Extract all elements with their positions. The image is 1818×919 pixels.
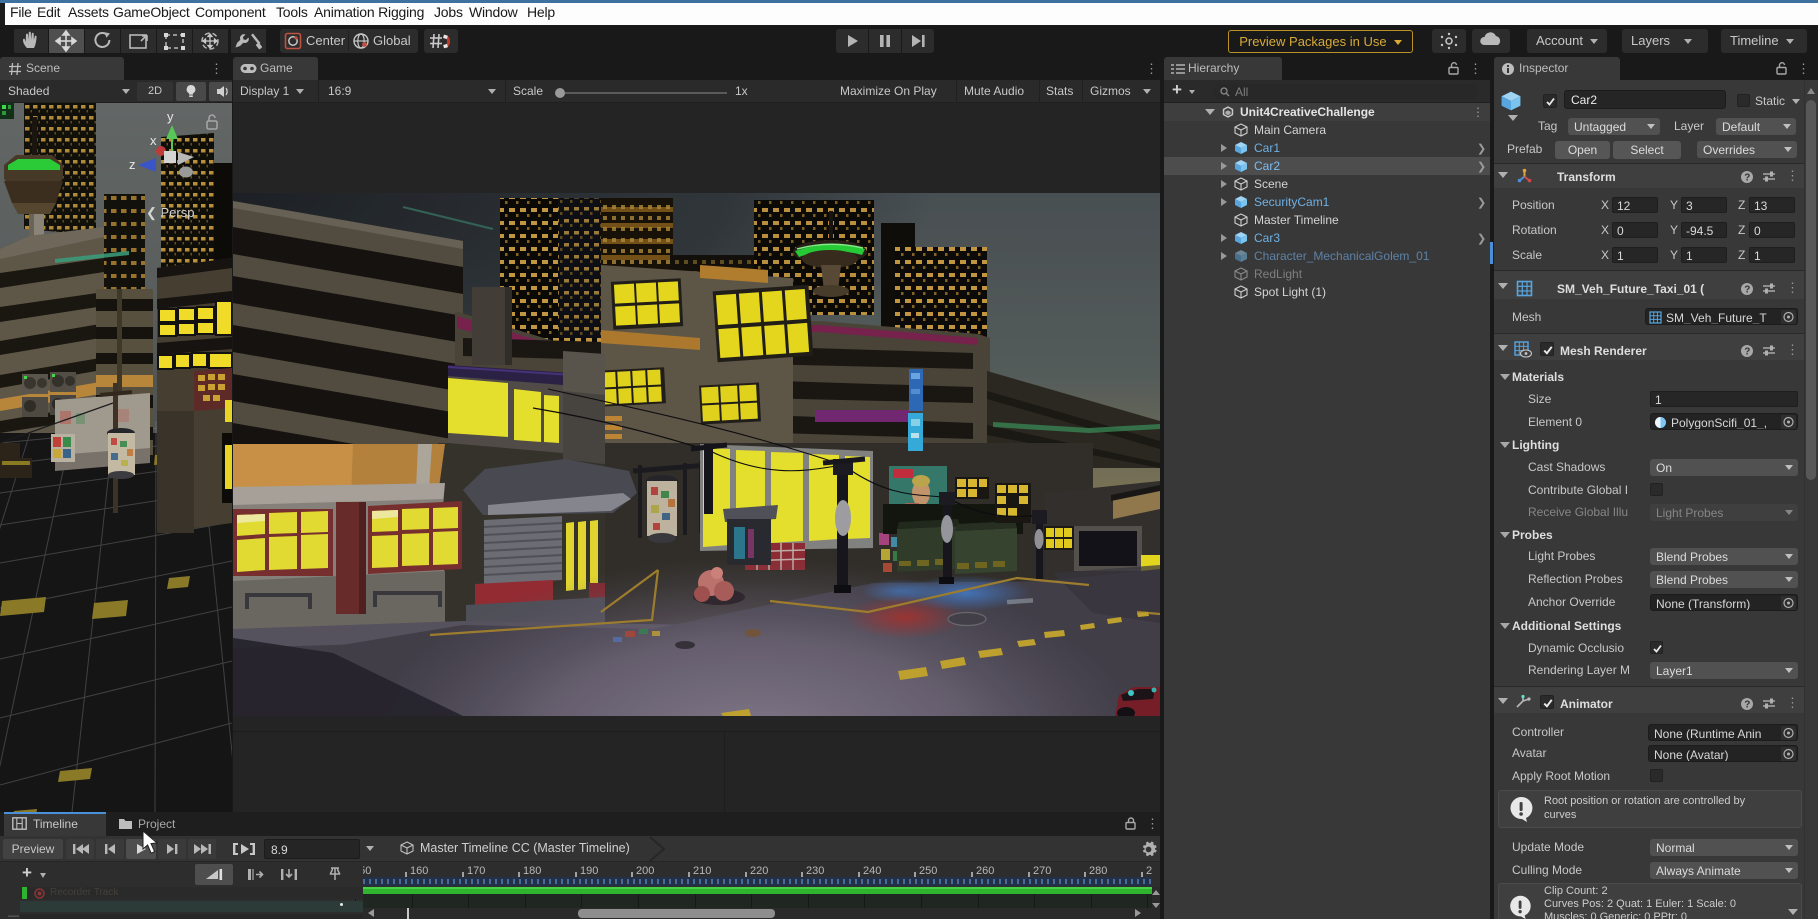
svg-text:240: 240 (863, 865, 881, 877)
svg-text:160: 160 (410, 865, 428, 877)
svg-text:270: 270 (1033, 865, 1051, 877)
svg-text:2: 2 (1146, 865, 1152, 877)
svg-text:150: 150 (363, 865, 371, 877)
svg-text:?: ? (1744, 285, 1750, 296)
svg-text:170: 170 (467, 865, 485, 877)
svg-text:210: 210 (693, 865, 711, 877)
svg-text:230: 230 (806, 865, 824, 877)
svg-text:200: 200 (636, 865, 654, 877)
svg-text:y: y (167, 109, 174, 124)
svg-text:280: 280 (1089, 865, 1107, 877)
svg-text:?: ? (1744, 347, 1750, 358)
svg-text:❮ Persp: ❮ Persp (146, 205, 194, 221)
svg-text:220: 220 (750, 865, 768, 877)
svg-text:250: 250 (919, 865, 937, 877)
svg-text:?: ? (1744, 173, 1750, 184)
svg-text:190: 190 (580, 865, 598, 877)
svg-text:z: z (129, 157, 136, 172)
svg-text:x: x (150, 133, 157, 148)
svg-text:?: ? (1744, 700, 1750, 711)
svg-text:180: 180 (523, 865, 541, 877)
svg-text:260: 260 (976, 865, 994, 877)
